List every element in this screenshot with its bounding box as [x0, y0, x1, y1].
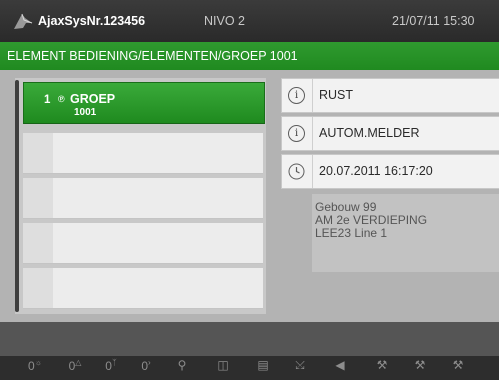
group-list: 1 ℗ GROEP 1001	[15, 78, 266, 314]
location-description: Gebouw 99 AM 2e VERDIEPING LEE23 Line 1	[312, 194, 499, 272]
tool-icon[interactable]: ⚒	[404, 358, 436, 380]
zero-sun-icon[interactable]: 0☼	[20, 358, 50, 380]
location-line: Gebouw 99	[315, 200, 377, 214]
breadcrumb-bar: ELEMENT BEDIENING/ELEMENTEN/GROEP 1001	[0, 42, 499, 70]
list-item-marker	[23, 268, 53, 308]
list-item-marker	[23, 223, 53, 263]
access-level: NIVO 2	[204, 14, 245, 28]
footer-spacer	[0, 322, 499, 356]
list-scrollbar[interactable]	[15, 80, 19, 312]
list-item-marker	[23, 178, 53, 218]
crossed-siren-icon[interactable]: ◫	[206, 358, 240, 380]
info-icon: i	[288, 125, 305, 142]
zero-flag-icon[interactable]: 0›	[132, 358, 160, 380]
crossed-bell-icon[interactable]: ⚲	[168, 358, 196, 380]
speaker-icon[interactable]: ◀	[325, 358, 355, 380]
datetime-display: 21/07/11 15:30	[392, 14, 475, 28]
status-text: RUST	[319, 88, 354, 102]
clock-icon	[288, 163, 305, 180]
zero-triangle-icon[interactable]: 0△	[60, 358, 90, 380]
box-icon[interactable]: ▤	[250, 358, 276, 380]
group-code: 1001	[74, 107, 97, 118]
group-item-empty[interactable]	[23, 178, 263, 219]
ajax-logo-icon	[14, 13, 33, 29]
status-bar: AjaxSysNr.123456 NIVO 2 21/07/11 15:30	[0, 0, 499, 42]
tool-icon[interactable]: ⚒	[366, 358, 398, 380]
zero-person-icon[interactable]: 0ᛉ	[96, 358, 126, 380]
status-row: i RUST	[281, 78, 499, 113]
event-timestamp: 20.07.2011 16:17:20	[319, 164, 433, 178]
time-row: 20.07.2011 16:17:20	[281, 154, 499, 189]
group-number: 1	[44, 94, 51, 106]
detector-type: AUTOM.MELDER	[319, 126, 420, 140]
system-name: AjaxSysNr.123456	[38, 14, 146, 28]
main-panel: 1 ℗ GROEP 1001 i RUST i AUTOM.MELDER 20.…	[0, 70, 499, 322]
group-item-empty[interactable]	[23, 223, 263, 264]
type-row: i AUTOM.MELDER	[281, 116, 499, 151]
list-item-marker	[23, 133, 53, 173]
bottom-toolbar: 0☼ 0△ 0ᛉ 0› ⚲ ◫ ▤ ⤩ ◀ ⚒ ⚒ ⚒	[0, 356, 499, 380]
screen: AjaxSysNr.123456 NIVO 2 21/07/11 15:30 E…	[0, 0, 499, 380]
group-item-empty[interactable]	[23, 133, 263, 174]
group-item-empty[interactable]	[23, 268, 263, 309]
info-icon: i	[288, 87, 305, 104]
bell-icon: ℗	[58, 94, 65, 104]
group-name: GROEP	[70, 92, 116, 106]
location-line: AM 2e VERDIEPING	[315, 213, 428, 227]
connector-icon[interactable]: ⤩	[284, 358, 316, 380]
location-line: LEE23 Line 1	[315, 226, 388, 240]
group-item-selected[interactable]: 1 ℗ GROEP 1001	[23, 82, 265, 124]
breadcrumb: ELEMENT BEDIENING/ELEMENTEN/GROEP 1001	[7, 49, 298, 63]
tool-icon[interactable]: ⚒	[442, 358, 474, 380]
